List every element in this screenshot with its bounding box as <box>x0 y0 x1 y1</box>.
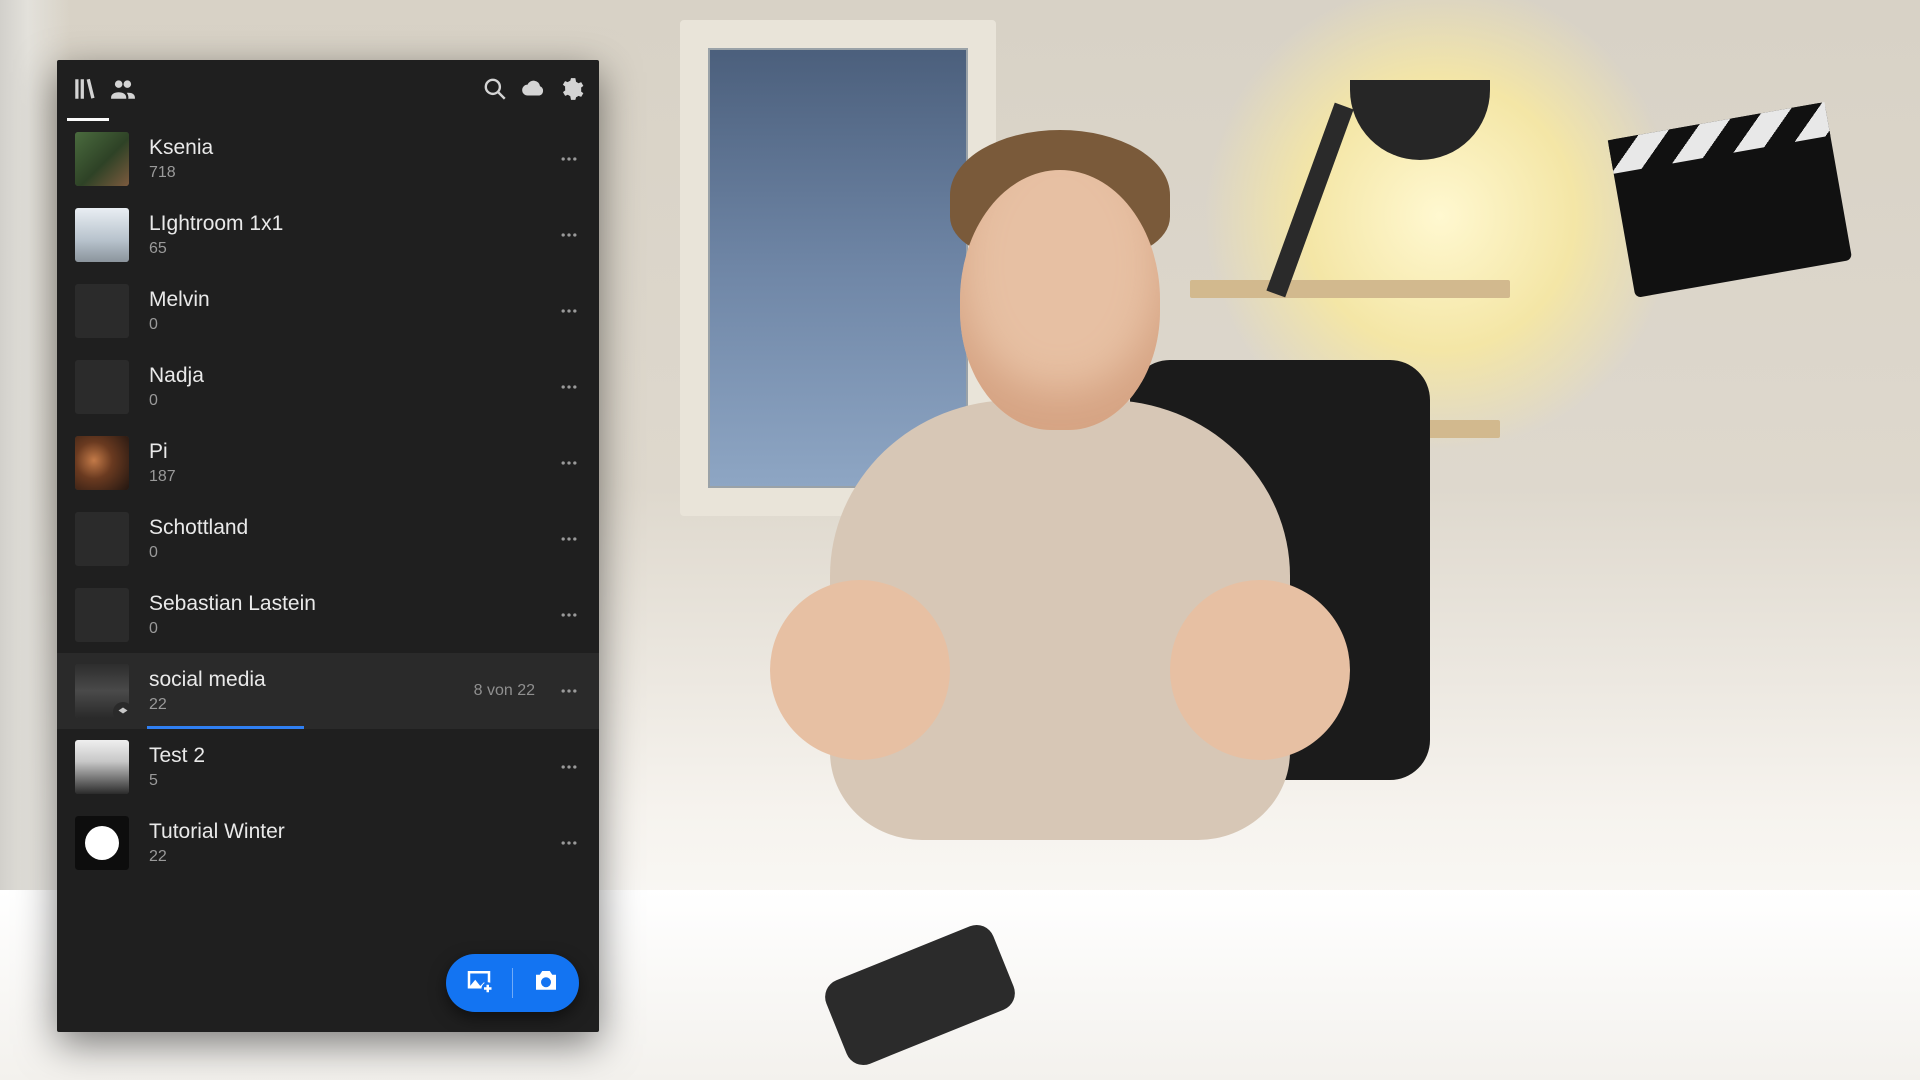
album-count: 187 <box>149 468 176 486</box>
album-thumbnail <box>75 512 129 566</box>
album-title: LIghtroom 1x1 <box>149 212 535 235</box>
album-title: Test 2 <box>149 744 535 767</box>
album-thumbnail <box>75 360 129 414</box>
album-thumbnail <box>75 284 129 338</box>
album-row[interactable]: Melvin 0 <box>57 273 599 349</box>
album-meta: Schottland 0 <box>149 516 535 561</box>
bg-shelf-top <box>1190 280 1510 298</box>
album-meta: Tutorial Winter 22 <box>149 820 535 865</box>
album-row[interactable]: social media 22 8 von 22 <box>57 653 599 729</box>
album-title: Tutorial Winter <box>149 820 535 843</box>
album-more-icon[interactable] <box>555 221 583 249</box>
tab-library-icon[interactable] <box>71 75 99 103</box>
album-more-icon[interactable] <box>555 297 583 325</box>
album-title: social media <box>149 668 454 691</box>
album-row[interactable]: LIghtroom 1x1 65 <box>57 197 599 273</box>
album-sync-status: 8 von 22 <box>474 682 535 700</box>
album-thumbnail <box>75 208 129 262</box>
album-more-icon[interactable] <box>555 373 583 401</box>
app-panel: Ksenia 718 LIghtroom 1x1 65 Melvin 0 Nadja 0 Pi 1… <box>57 60 599 1032</box>
album-meta: LIghtroom 1x1 65 <box>149 212 535 257</box>
album-count: 0 <box>149 544 158 562</box>
fab-divider <box>512 968 513 998</box>
album-thumbnail <box>75 588 129 642</box>
album-count: 5 <box>149 772 158 790</box>
album-meta: Melvin 0 <box>149 288 535 333</box>
album-meta: Ksenia 718 <box>149 136 535 181</box>
album-more-icon[interactable] <box>555 829 583 857</box>
album-meta: Sebastian Lastein 0 <box>149 592 535 637</box>
bg-lamp-arm <box>1266 103 1353 298</box>
album-title: Sebastian Lastein <box>149 592 535 615</box>
album-thumbnail <box>75 436 129 490</box>
album-title: Pi <box>149 440 535 463</box>
album-title: Ksenia <box>149 136 535 159</box>
album-title: Melvin <box>149 288 535 311</box>
bg-lamp-shade <box>1350 80 1490 160</box>
album-list[interactable]: Ksenia 718 LIghtroom 1x1 65 Melvin 0 Nadja 0 Pi 1… <box>57 121 599 1032</box>
bg-person-head <box>960 170 1160 430</box>
bg-clapperboard <box>1608 102 1852 298</box>
search-icon[interactable] <box>481 75 509 103</box>
album-row[interactable]: Test 2 5 <box>57 729 599 805</box>
add-photos-icon[interactable] <box>464 966 494 1001</box>
album-row[interactable]: Tutorial Winter 22 <box>57 805 599 881</box>
album-title: Schottland <box>149 516 535 539</box>
album-row[interactable]: Nadja 0 <box>57 349 599 425</box>
cloud-icon[interactable] <box>519 75 547 103</box>
album-thumbnail <box>75 816 129 870</box>
album-count: 0 <box>149 392 158 410</box>
album-thumbnail <box>75 664 129 718</box>
add-capture-fab[interactable] <box>446 954 579 1012</box>
album-count: 0 <box>149 620 158 638</box>
album-row[interactable]: Schottland 0 <box>57 501 599 577</box>
album-count: 0 <box>149 316 158 334</box>
album-meta: Pi 187 <box>149 440 535 485</box>
album-meta: Test 2 5 <box>149 744 535 789</box>
album-meta: Nadja 0 <box>149 364 535 409</box>
album-more-icon[interactable] <box>555 525 583 553</box>
settings-gear-icon[interactable] <box>557 75 585 103</box>
bg-person-arm-right <box>1170 580 1350 760</box>
album-more-icon[interactable] <box>555 753 583 781</box>
sync-badge-icon <box>113 702 129 718</box>
album-thumbnail <box>75 132 129 186</box>
album-count: 718 <box>149 164 176 182</box>
album-more-icon[interactable] <box>555 601 583 629</box>
camera-icon[interactable] <box>531 966 561 1001</box>
album-count: 65 <box>149 240 167 258</box>
bg-person-arm-left <box>770 580 950 760</box>
album-more-icon[interactable] <box>555 145 583 173</box>
top-toolbar <box>57 60 599 118</box>
album-count: 22 <box>149 848 167 866</box>
album-count: 22 <box>149 696 167 714</box>
album-meta: social media 22 <box>149 668 454 713</box>
album-title: Nadja <box>149 364 535 387</box>
album-more-icon[interactable] <box>555 449 583 477</box>
album-row[interactable]: Sebastian Lastein 0 <box>57 577 599 653</box>
album-more-icon[interactable] <box>555 677 583 705</box>
album-thumbnail <box>75 740 129 794</box>
album-row[interactable]: Ksenia 718 <box>57 121 599 197</box>
tab-shared-icon[interactable] <box>109 75 137 103</box>
album-row[interactable]: Pi 187 <box>57 425 599 501</box>
